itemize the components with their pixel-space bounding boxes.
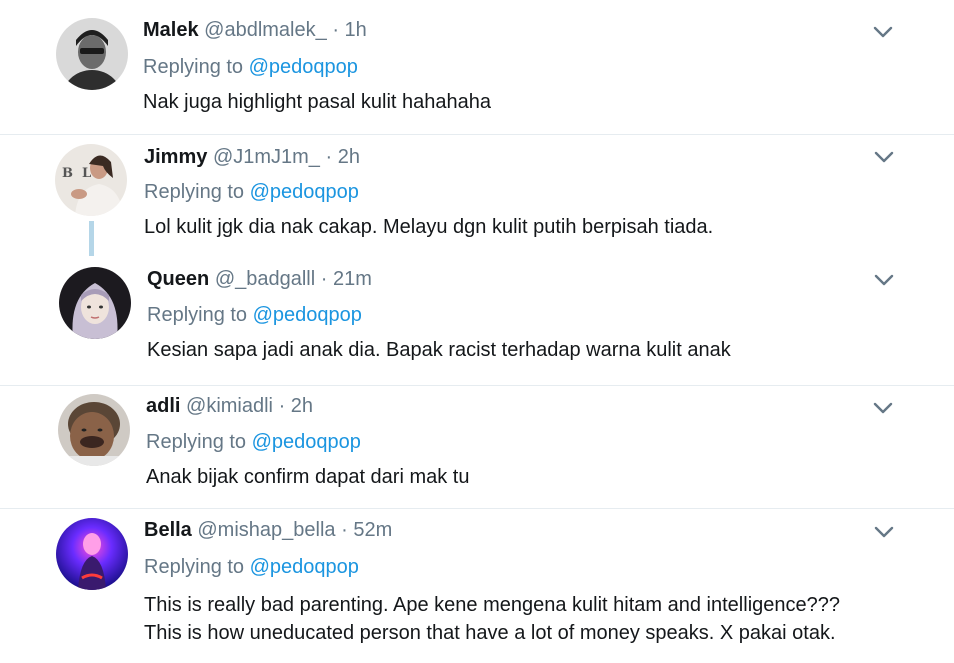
- tweet-timestamp[interactable]: 2h: [291, 395, 313, 417]
- author-handle[interactable]: @mishap_bella: [197, 519, 335, 541]
- chevron-down-icon[interactable]: [871, 396, 895, 420]
- author-name[interactable]: Bella: [144, 519, 192, 541]
- author-handle[interactable]: @_badgalll: [215, 268, 315, 290]
- author-name[interactable]: Jimmy: [144, 146, 207, 168]
- reply-tweet-jimmy[interactable]: B L Jimmy @J1mJ1m_ · 2h Replying to @ped…: [0, 134, 954, 260]
- author-handle[interactable]: @kimiadli: [186, 395, 273, 417]
- tweet-text: Anak bijak confirm dapat dari mak tu: [146, 466, 470, 488]
- meta-separator: ·: [278, 395, 286, 417]
- reply-tweet-adli[interactable]: adli @kimiadli · 2h Replying to @pedoqpo…: [0, 385, 954, 509]
- avatar[interactable]: [56, 518, 128, 590]
- reply-tweet-malek[interactable]: Malek @abdlmalek_ · 1h Replying to @pedo…: [0, 0, 954, 135]
- replying-to-label: Replying to: [144, 181, 245, 203]
- avatar[interactable]: [59, 267, 131, 339]
- avatar[interactable]: [58, 394, 130, 466]
- tweet-timestamp[interactable]: 2h: [338, 146, 360, 168]
- avatar[interactable]: [56, 18, 128, 90]
- author-name[interactable]: Malek: [143, 19, 199, 41]
- tweet-timestamp[interactable]: 21m: [333, 268, 372, 290]
- meta-separator: ·: [332, 19, 339, 41]
- meta-separator: ·: [341, 519, 348, 541]
- reply-tweet-queen[interactable]: Queen @_badgalll · 21m Replying to @pedo…: [0, 260, 954, 386]
- tweet-text: Kesian sapa jadi anak dia. Bapak racist …: [147, 339, 731, 361]
- tweet-text: Nak juga highlight pasal kulit hahahaha: [143, 91, 492, 113]
- tweet-timestamp[interactable]: 1h: [345, 19, 367, 41]
- replying-to-mention[interactable]: @pedoqpop: [250, 181, 359, 203]
- tweet-text: Lol kulit jgk dia nak cakap. Melayu dgn …: [144, 216, 714, 238]
- author-handle[interactable]: @J1mJ1m_: [213, 146, 320, 168]
- replying-to-label: Replying to: [144, 556, 245, 578]
- tweet-text: This is really bad parenting. Ape kene m…: [144, 594, 840, 644]
- replying-to-mention[interactable]: @pedoqpop: [252, 431, 361, 453]
- svg-text:L: L: [82, 166, 91, 181]
- replying-to-mention[interactable]: @pedoqpop: [249, 56, 358, 78]
- author-name[interactable]: adli: [146, 395, 180, 417]
- chevron-down-icon[interactable]: [872, 268, 896, 292]
- replying-to-label: Replying to: [143, 56, 244, 78]
- chevron-down-icon[interactable]: [872, 145, 896, 169]
- replying-to-label: Replying to: [146, 431, 247, 453]
- avatar[interactable]: B L: [55, 144, 127, 216]
- replying-to-mention[interactable]: @pedoqpop: [253, 304, 362, 326]
- author-handle[interactable]: @abdlmalek_: [204, 19, 327, 41]
- chevron-down-icon[interactable]: [872, 520, 896, 544]
- meta-separator: ·: [320, 268, 328, 290]
- svg-text:B: B: [62, 166, 73, 181]
- meta-separator: ·: [325, 146, 333, 168]
- author-name[interactable]: Queen: [147, 268, 209, 290]
- replying-to-mention[interactable]: @pedoqpop: [250, 556, 359, 578]
- reply-tweet-bella[interactable]: Bella @mishap_bella · 52m Replying to @p…: [0, 508, 954, 663]
- replying-to-label: Replying to: [147, 304, 248, 326]
- chevron-down-icon[interactable]: [871, 20, 895, 44]
- tweet-timestamp[interactable]: 52m: [353, 519, 392, 541]
